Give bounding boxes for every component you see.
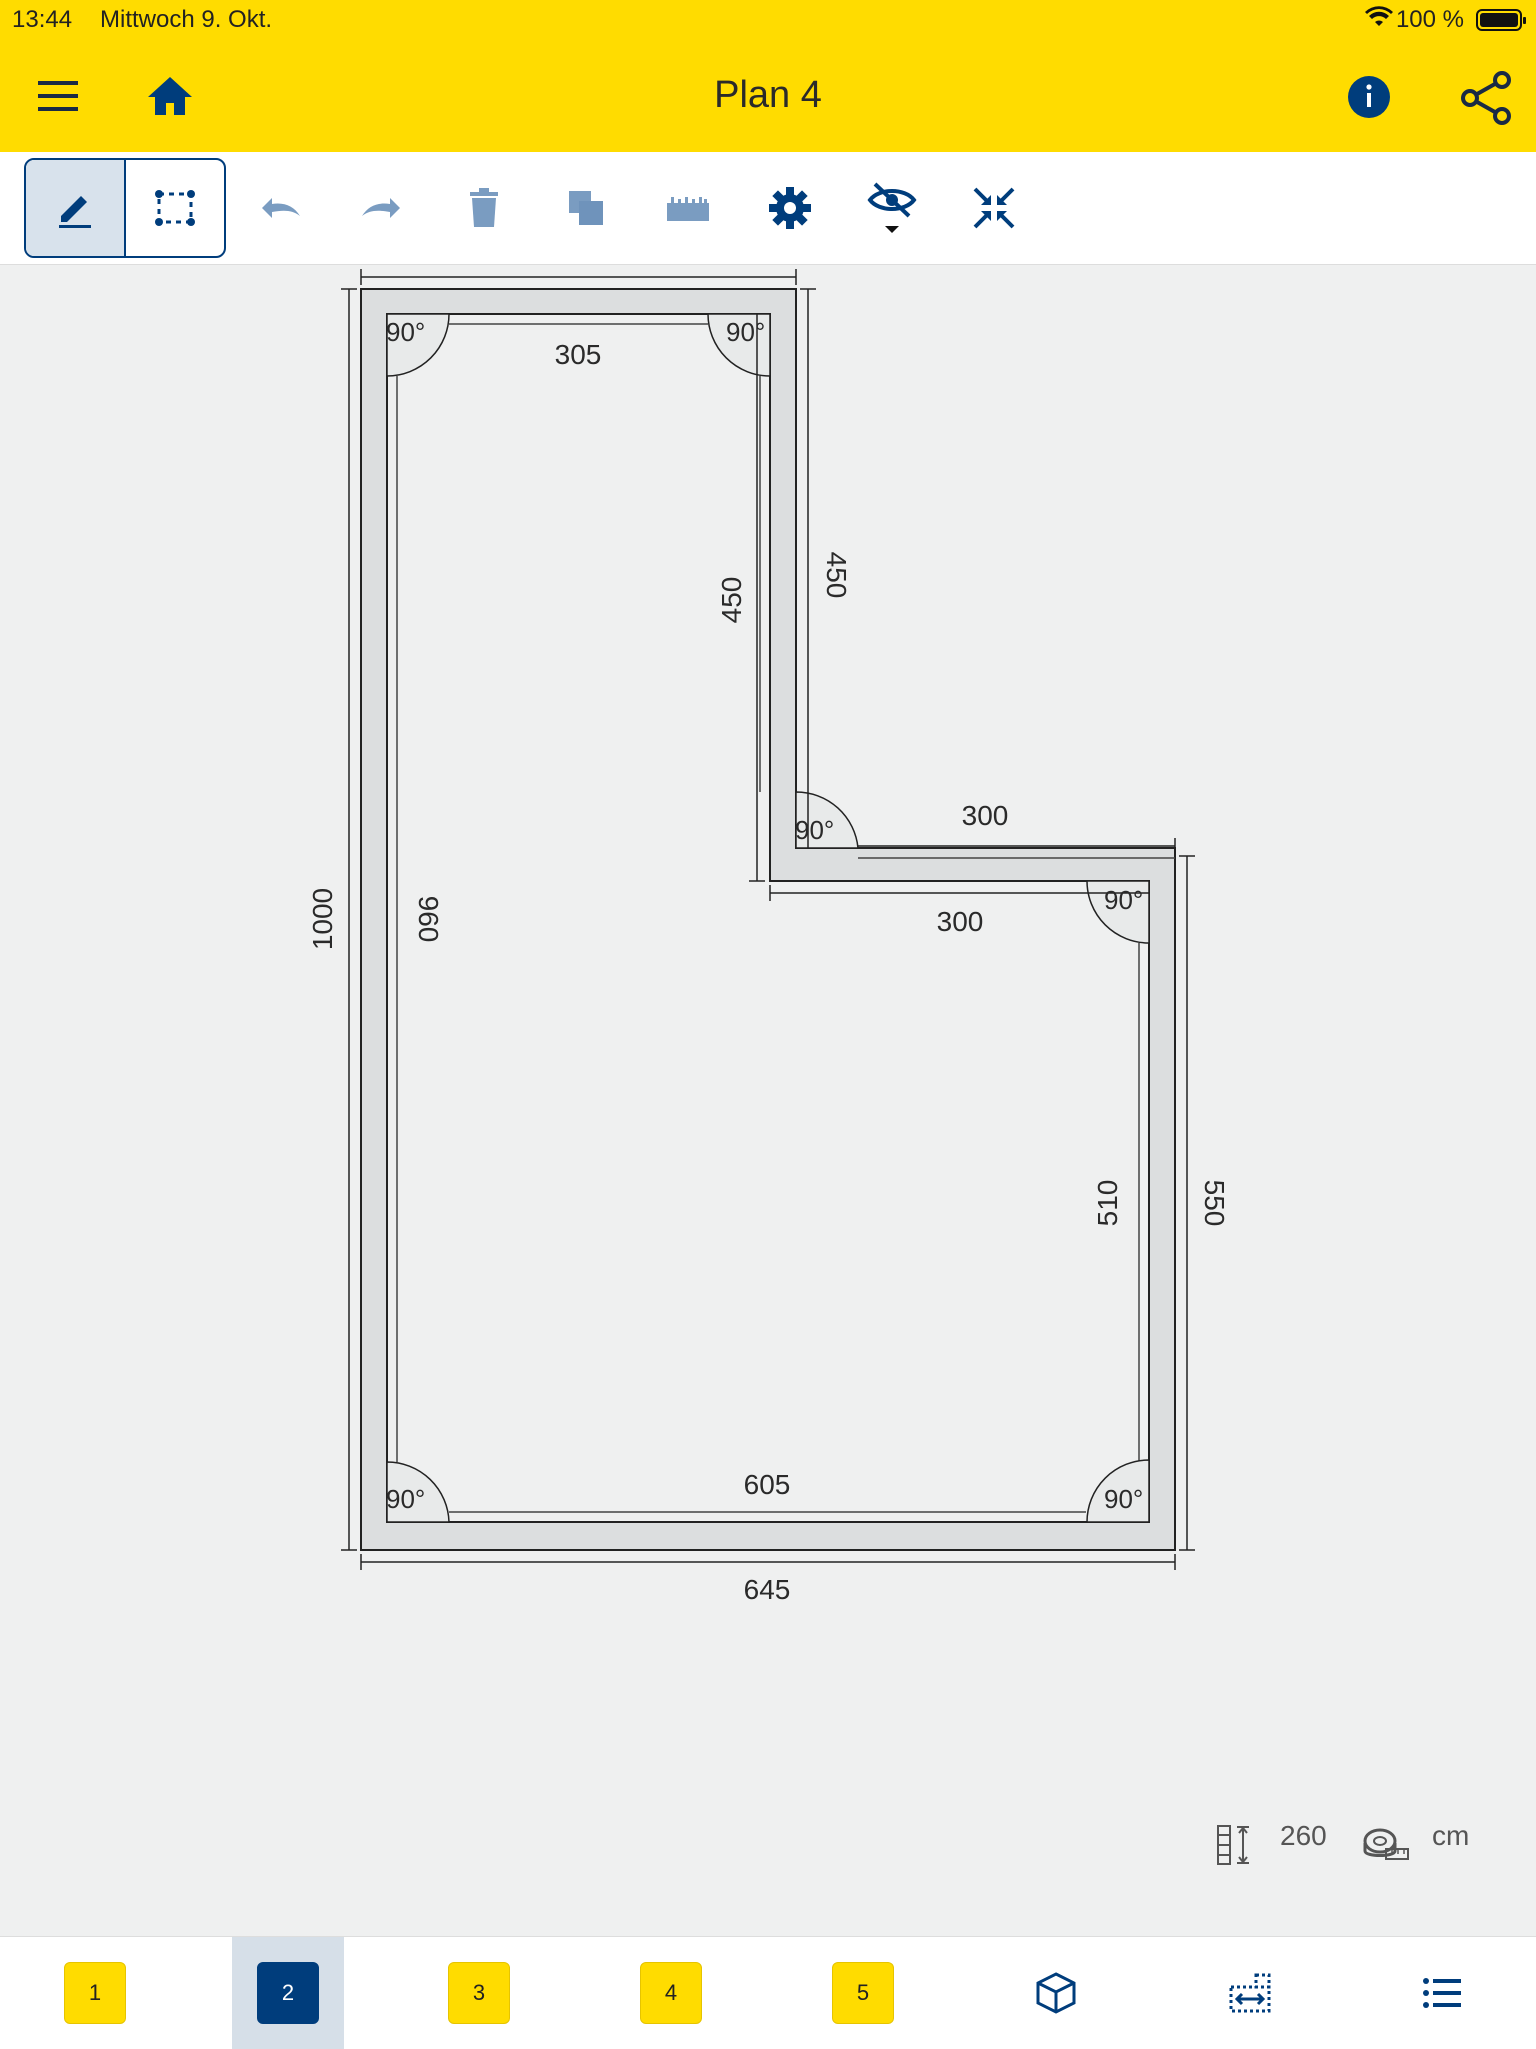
redo-icon[interactable] xyxy=(350,176,414,240)
3d-view-icon[interactable] xyxy=(1026,1937,1086,2049)
gear-icon[interactable] xyxy=(758,176,822,240)
info-icon[interactable] xyxy=(1346,74,1392,120)
dim-step-inner[interactable]: 300 xyxy=(937,906,984,937)
battery-icon xyxy=(1476,9,1526,31)
angle-top-left: 90° xyxy=(386,317,425,347)
undo-icon[interactable] xyxy=(248,176,312,240)
dim-bottom-inner[interactable]: 605 xyxy=(744,1469,791,1500)
floor-tab-label: 5 xyxy=(832,1962,894,2024)
floor-tab-label: 3 xyxy=(448,1962,510,2024)
dim-mid-inner[interactable]: 450 xyxy=(716,577,747,624)
app-bar: Plan 4 xyxy=(0,40,1536,152)
dim-bottom-outer[interactable]: 645 xyxy=(744,1574,791,1605)
pencil-icon xyxy=(59,196,91,228)
share-icon[interactable] xyxy=(1456,68,1516,128)
dim-mid-outer[interactable]: 450 xyxy=(821,552,852,599)
trash-icon[interactable] xyxy=(452,176,516,240)
dim-top-inner[interactable]: 305 xyxy=(555,339,602,370)
room-height-value[interactable]: 260 xyxy=(1280,1820,1327,1852)
status-bar: 13:44 Mittwoch 9. Okt. 100 % xyxy=(0,0,1536,40)
dim-right-inner[interactable]: 510 xyxy=(1092,1180,1123,1227)
room-height-icon[interactable] xyxy=(1214,1822,1260,1868)
floor-tab-2[interactable]: 2 xyxy=(232,1937,344,2049)
floor-tab-3[interactable]: 3 xyxy=(424,1937,534,2049)
copy-icon[interactable] xyxy=(554,176,618,240)
unit-value[interactable]: cm xyxy=(1432,1820,1469,1852)
floor-tab-label: 2 xyxy=(257,1962,319,2024)
dim-left-outer[interactable]: 1000 xyxy=(307,888,338,950)
wall-outline[interactable] xyxy=(360,288,1176,1551)
angle-step-right: 90° xyxy=(1104,885,1143,915)
floor-plan-canvas[interactable]: 305 450 450 300 300 1000 960 510 550 605… xyxy=(0,265,1536,1935)
mode-toggle xyxy=(24,158,226,258)
compress-icon[interactable] xyxy=(962,176,1026,240)
bottom-tab-bar: 1 2 3 4 5 xyxy=(0,1936,1536,2049)
angle-top-right: 90° xyxy=(726,317,765,347)
angle-bottom-right: 90° xyxy=(1104,1484,1143,1514)
floor-tab-4[interactable]: 4 xyxy=(616,1937,726,2049)
dim-left-inner[interactable]: 960 xyxy=(413,896,444,943)
eye-off-icon[interactable] xyxy=(860,176,924,240)
floor-tab-5[interactable]: 5 xyxy=(808,1937,918,2049)
dim-step-outer[interactable]: 300 xyxy=(962,800,1009,831)
select-area-icon xyxy=(155,190,195,226)
status-date: Mittwoch 9. Okt. xyxy=(100,6,273,33)
draw-mode-button[interactable] xyxy=(26,160,125,256)
list-view-icon[interactable] xyxy=(1412,1937,1472,2049)
ruler-icon[interactable] xyxy=(656,176,720,240)
wifi-icon xyxy=(1364,6,1394,37)
select-mode-button[interactable] xyxy=(126,160,224,256)
angle-bottom-left: 90° xyxy=(386,1484,425,1514)
angle-step: 90° xyxy=(795,815,834,845)
page-title: Plan 4 xyxy=(714,74,822,116)
floor-tab-label: 1 xyxy=(64,1962,126,2024)
floor-tab-label: 4 xyxy=(640,1962,702,2024)
tape-measure-icon[interactable] xyxy=(1362,1826,1410,1864)
battery-percent: 100 % xyxy=(1395,6,1464,33)
dim-right-outer[interactable]: 550 xyxy=(1199,1180,1230,1227)
floor-plan-view-icon[interactable] xyxy=(1220,1937,1280,2049)
floor-tab-1[interactable]: 1 xyxy=(40,1937,150,2049)
status-time: 13:44 xyxy=(12,6,73,33)
